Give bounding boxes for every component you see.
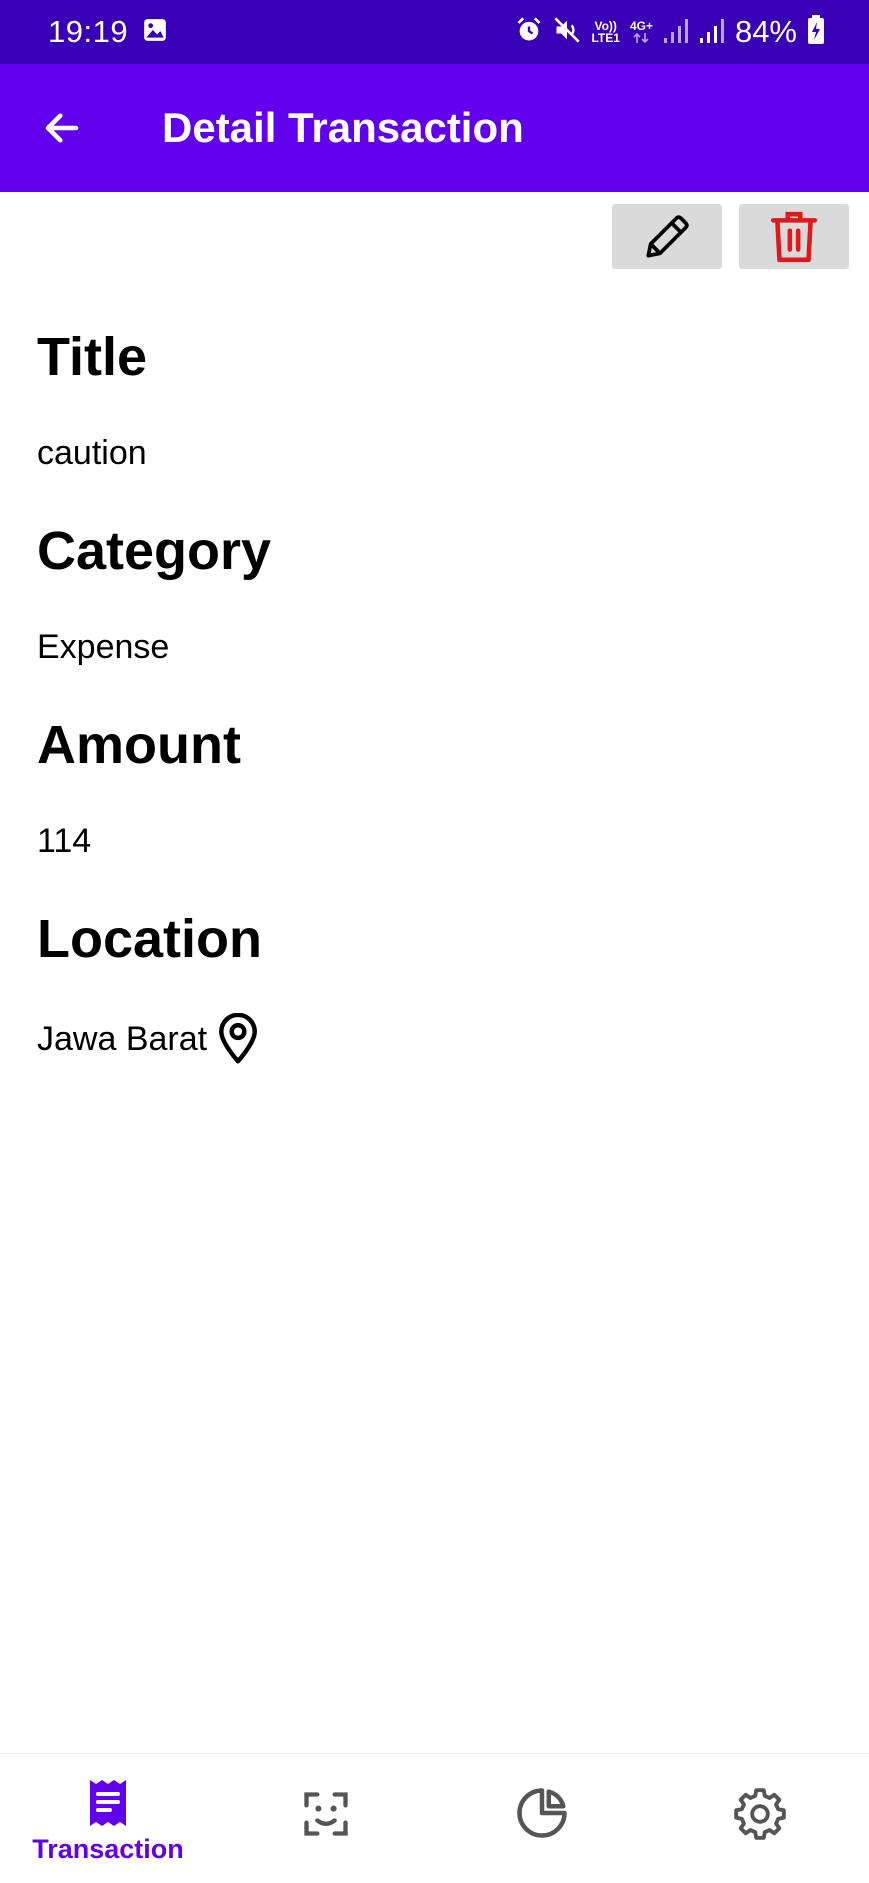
back-button[interactable] — [30, 96, 94, 160]
pie-chart-icon — [517, 1788, 567, 1838]
network-text: 4G+ — [629, 19, 653, 33]
edit-button[interactable] — [612, 204, 722, 269]
data-arrows-icon — [633, 32, 650, 44]
amount-label: Amount — [37, 715, 241, 775]
status-right: Vo)) LTE1 4G+ 84% — [515, 14, 825, 50]
location-pin-icon[interactable] — [215, 1013, 261, 1065]
arrow-back-icon — [45, 113, 79, 143]
nav-item-scan[interactable] — [276, 1754, 376, 1883]
bottom-navigation: Transaction — [0, 1753, 869, 1883]
status-bar: 19:19 Vo)) LTE1 4G+ 84% — [0, 0, 869, 64]
category-value: Expense — [37, 628, 170, 666]
nav-label-transaction: Transaction — [32, 1834, 184, 1864]
trash-icon — [770, 211, 818, 262]
face-scan-icon — [304, 1792, 348, 1836]
battery-charging-icon — [807, 14, 825, 50]
alarm-icon — [515, 16, 543, 49]
delete-button[interactable] — [739, 204, 849, 269]
signal-icon — [663, 16, 689, 49]
location-row: Jawa Barat — [37, 1013, 261, 1065]
screen: 19:19 Vo)) LTE1 4G+ 84% Detail Transacti… — [0, 0, 869, 1883]
status-time: 19:19 — [48, 14, 129, 49]
pencil-icon — [646, 214, 689, 258]
app-bar: Detail Transaction — [0, 64, 869, 192]
title-label: Title — [37, 327, 148, 387]
location-value: Jawa Barat — [37, 1019, 208, 1058]
nav-item-settings[interactable] — [710, 1754, 810, 1883]
amount-value: 114 — [37, 822, 92, 860]
nav-item-statistics[interactable] — [492, 1754, 592, 1883]
page-title: Detail Transaction — [162, 104, 524, 151]
signal-icon — [699, 16, 725, 49]
location-label: Location — [37, 909, 262, 969]
volte-indicator: Vo)) LTE1 — [591, 20, 619, 44]
battery-percent: 84% — [734, 14, 797, 49]
category-label: Category — [37, 521, 272, 581]
status-left: 19:19 — [48, 14, 168, 50]
lte-text: LTE1 — [591, 31, 620, 45]
title-value: caution — [37, 434, 147, 472]
image-icon — [142, 17, 168, 48]
gear-icon — [734, 1788, 786, 1840]
mute-icon — [553, 16, 581, 49]
nav-item-transaction[interactable]: Transaction — [28, 1754, 188, 1883]
network-indicator: 4G+ — [630, 20, 653, 44]
receipt-icon — [90, 1780, 126, 1826]
